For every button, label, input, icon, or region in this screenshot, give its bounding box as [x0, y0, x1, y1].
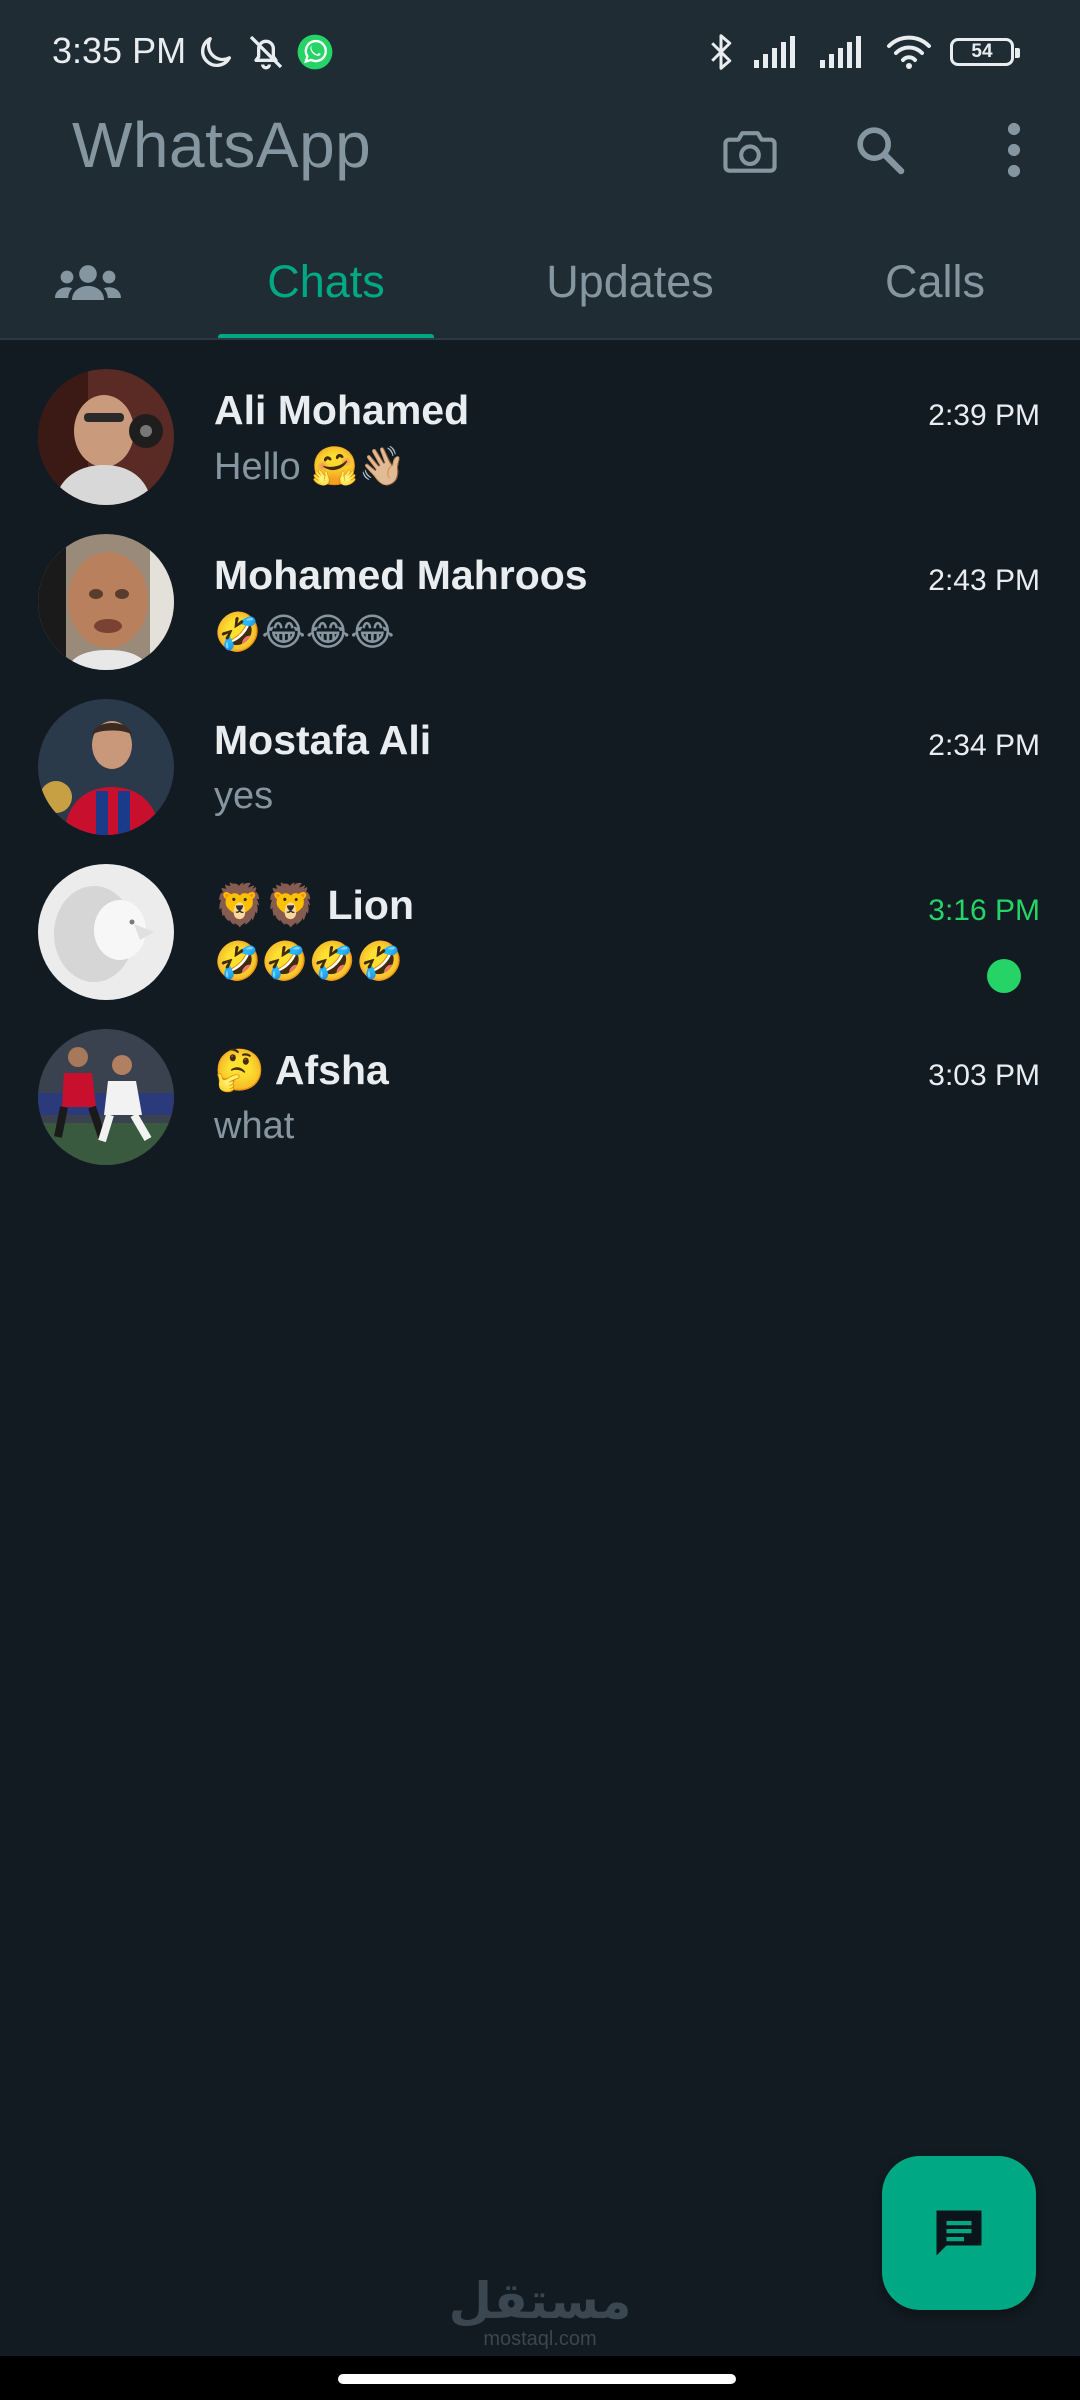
moon-icon [201, 37, 231, 67]
chat-preview: 🤣🤣🤣🤣 [214, 941, 404, 983]
app-title: WhatsApp [72, 109, 372, 181]
whatsapp-icon [297, 34, 333, 70]
app-header: 3:35 PM 54 WhatsApp Chats Updates Calls [0, 0, 1080, 340]
status-time: 3:35 PM [52, 30, 187, 71]
tab-calls[interactable]: Calls [860, 226, 1010, 338]
signal-icon [820, 36, 861, 68]
unread-indicator [987, 959, 1021, 993]
chat-name: 🦁🦁 Lion [214, 882, 415, 928]
chat-time: 2:43 PM [928, 564, 1040, 597]
camera-icon [723, 131, 777, 173]
status-left-icons [196, 30, 334, 74]
chat-time: 2:39 PM [928, 399, 1040, 432]
chat-row[interactable]: 🦁🦁 Lion 🤣🤣🤣🤣 3:16 PM [0, 850, 1080, 1015]
battery-level: 54 [971, 41, 993, 62]
watermark-arabic: مستقل [448, 2272, 632, 2330]
whatsapp-screen: 3:35 PM 54 WhatsApp Chats Updates Calls … [0, 0, 1080, 2400]
avatar-photo [38, 699, 174, 835]
more-vert-icon [1007, 122, 1021, 178]
avatar-photo [38, 1029, 174, 1165]
new-chat-icon [936, 2210, 982, 2256]
camera-button[interactable] [710, 112, 790, 188]
tab-chats[interactable]: Chats [218, 226, 434, 338]
chat-time: 3:16 PM [928, 894, 1040, 927]
chat-row[interactable]: 🤔 Afsha what 3:03 PM [0, 1015, 1080, 1180]
chat-time: 3:03 PM [928, 1059, 1040, 1092]
chat-name: Ali Mohamed [214, 387, 470, 433]
more-options-button[interactable] [984, 112, 1044, 188]
chat-row[interactable]: Mohamed Mahroos 🤣😂😂😂 2:43 PM [0, 520, 1080, 685]
tab-community[interactable] [28, 226, 148, 338]
bluetooth-icon [711, 34, 732, 70]
search-icon [857, 127, 905, 175]
tab-bar: Chats Updates Calls [0, 226, 1080, 338]
wifi-icon [887, 35, 931, 69]
chat-name: Mohamed Mahroos [214, 552, 588, 598]
chat-name: 🤔 Afsha [214, 1047, 389, 1093]
avatar[interactable] [38, 864, 174, 1000]
community-icon [55, 265, 121, 300]
chat-name: Mostafa Ali [214, 717, 432, 763]
home-indicator[interactable] [338, 2374, 736, 2384]
avatar-photo [38, 864, 174, 1000]
chat-list: Ali Mohamed Hello 🤗👋🏼 2:39 PM Mohamed Ma… [0, 355, 1080, 1180]
bell-off-icon [249, 35, 283, 70]
chat-preview: 🤣😂😂😂 [214, 612, 395, 654]
search-button[interactable] [842, 112, 918, 188]
watermark: مستقل mostaql.com [440, 2274, 640, 2350]
new-chat-button[interactable] [882, 2156, 1036, 2310]
header-divider [0, 338, 1080, 340]
avatar[interactable] [38, 369, 174, 505]
watermark-latin: mostaql.com [483, 2328, 597, 2350]
battery-icon: 54 [950, 38, 1020, 66]
chat-preview: Hello 🤗👋🏼 [214, 446, 406, 488]
avatar[interactable] [38, 534, 174, 670]
tab-updates[interactable]: Updates [520, 226, 740, 338]
avatar-photo [38, 369, 174, 505]
chat-row[interactable]: Mostafa Ali yes 2:34 PM [0, 685, 1080, 850]
chat-preview: yes [214, 775, 274, 817]
avatar-photo [38, 534, 174, 670]
status-bar: 3:35 PM 54 [0, 0, 1080, 104]
avatar[interactable] [38, 699, 174, 835]
status-right-icons: 54 [706, 28, 1020, 76]
avatar[interactable] [38, 1029, 174, 1165]
signal-icon [754, 36, 795, 68]
chat-row[interactable]: Ali Mohamed Hello 🤗👋🏼 2:39 PM [0, 355, 1080, 520]
chat-time: 2:34 PM [928, 729, 1040, 762]
chat-preview: what [214, 1105, 295, 1147]
